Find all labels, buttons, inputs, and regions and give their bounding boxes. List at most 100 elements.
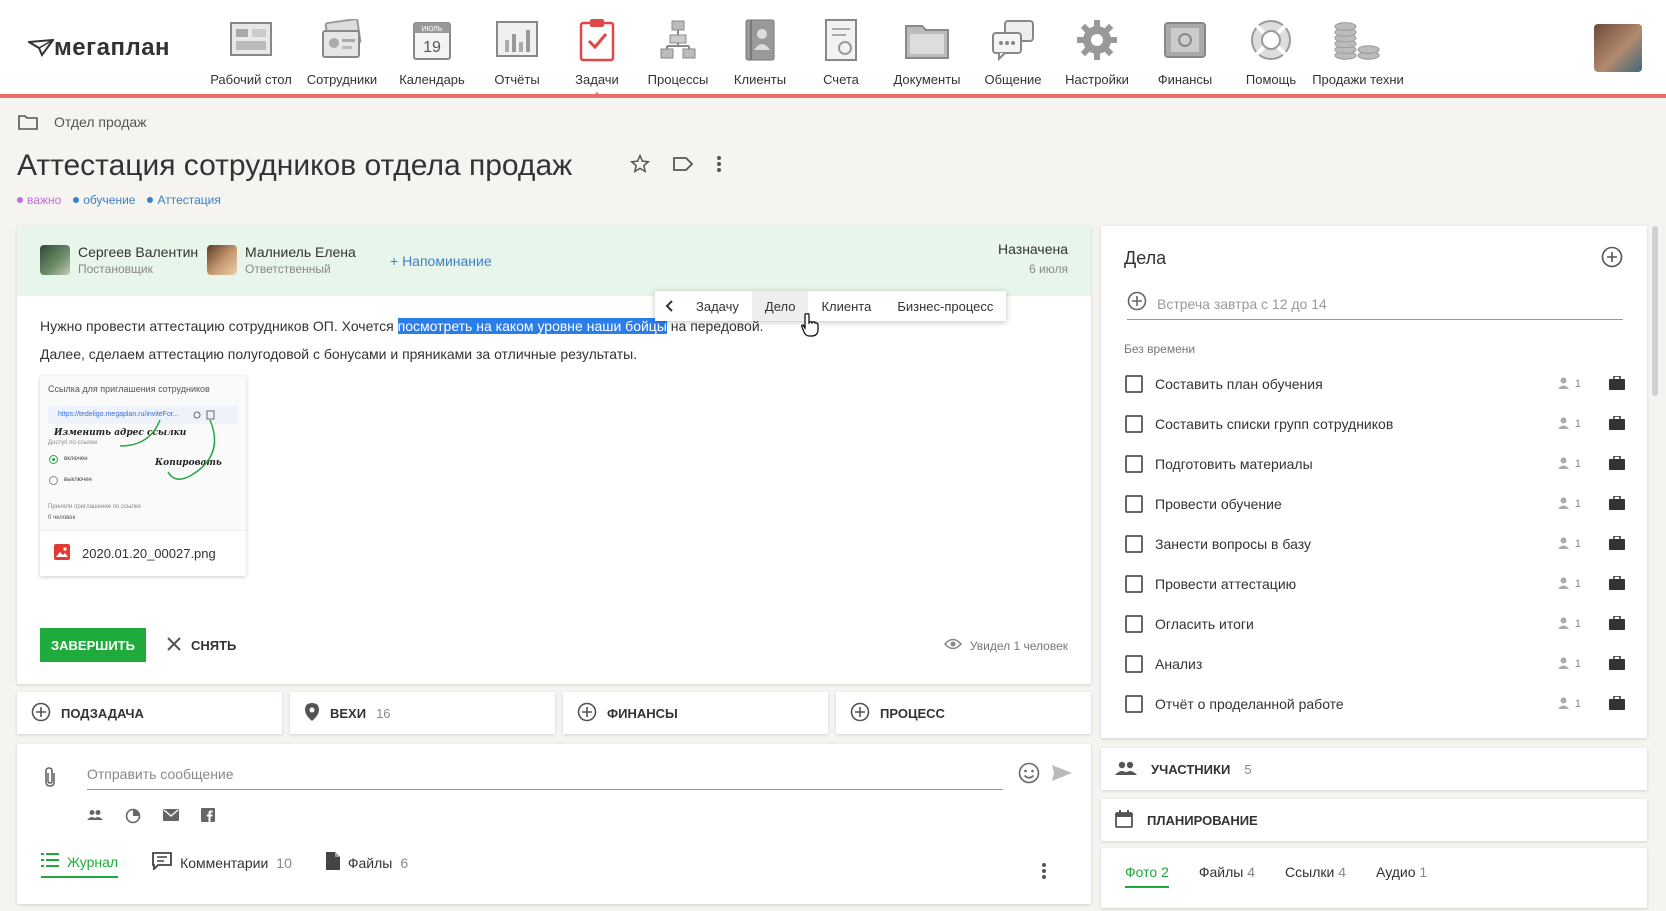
tab-media-files[interactable]: Файлы 4	[1199, 864, 1255, 888]
tab-audio[interactable]: Аудио 1	[1376, 864, 1427, 888]
deal-checkbox[interactable]	[1125, 415, 1143, 433]
deal-checkbox[interactable]	[1125, 695, 1143, 713]
nav-documents[interactable]: Документы	[881, 0, 973, 94]
briefcase-icon[interactable]	[1609, 454, 1625, 473]
deal-checkbox[interactable]	[1125, 575, 1143, 593]
briefcase-icon[interactable]	[1609, 574, 1625, 593]
documents-icon	[901, 14, 953, 66]
star-icon[interactable]	[629, 153, 651, 179]
popup-item-deal[interactable]: Дело	[751, 291, 809, 321]
tag-training[interactable]: обучение	[73, 193, 135, 207]
tab-links[interactable]: Ссылки 4	[1285, 864, 1346, 888]
chevron-left-icon[interactable]	[655, 291, 683, 321]
nav-calendar[interactable]: ИЮЛЬ 19 Календарь	[387, 0, 477, 94]
owner-person[interactable]: Сергеев Валентин Постановщик	[40, 244, 198, 276]
attachment-thumbnail[interactable]: Ссылка для приглашения сотрудников https…	[40, 376, 246, 531]
list-item[interactable]: Провести обучение 1	[1125, 484, 1625, 524]
deal-checkbox[interactable]	[1125, 535, 1143, 553]
briefcase-icon[interactable]	[1609, 694, 1625, 713]
more-vertical-icon[interactable]	[716, 155, 722, 178]
people-icon[interactable]	[87, 808, 103, 829]
responsible-person[interactable]: Малниель Елена Ответственный	[207, 244, 356, 276]
emoji-icon[interactable]	[1018, 762, 1040, 789]
nav-settings[interactable]: Настройки	[1053, 0, 1141, 94]
deal-label: Провести аттестацию	[1155, 576, 1297, 592]
finish-button[interactable]: ЗАВЕРШИТЬ	[40, 628, 146, 662]
list-item[interactable]: Провести аттестацию 1	[1125, 564, 1625, 604]
tab-files[interactable]: Файлы 6	[325, 852, 408, 879]
seen-indicator[interactable]: Увидел 1 человек	[943, 638, 1068, 653]
tag-label: важно	[27, 193, 62, 207]
timer-icon[interactable]	[125, 808, 141, 829]
megaplan-logo[interactable]: мегаплан	[28, 34, 170, 62]
briefcase-icon[interactable]	[1609, 614, 1625, 633]
briefcase-icon[interactable]	[1609, 654, 1625, 673]
plus-circle-icon[interactable]	[1127, 291, 1147, 316]
list-item[interactable]: Огласить итоги 1	[1125, 604, 1625, 644]
tab-journal[interactable]: Журнал	[41, 853, 119, 878]
tag-icon[interactable]	[672, 155, 694, 178]
message-input[interactable]	[87, 758, 1003, 790]
subtask-button[interactable]: ПОДЗАДАЧА	[17, 692, 282, 734]
add-reminder-link[interactable]: + Напоминание	[390, 253, 492, 269]
planning-section[interactable]: ПЛАНИРОВАНИЕ	[1101, 799, 1647, 841]
deal-checkbox[interactable]	[1125, 615, 1143, 633]
briefcase-icon[interactable]	[1609, 414, 1625, 433]
nav-invoices[interactable]: Счета	[801, 0, 881, 94]
nav-finance[interactable]: Финансы	[1141, 0, 1229, 94]
list-item[interactable]: Занести вопросы в базу 1	[1125, 524, 1625, 564]
briefcase-icon[interactable]	[1609, 374, 1625, 393]
participants-section[interactable]: УЧАСТНИКИ 5	[1101, 748, 1647, 790]
remove-button[interactable]: СНЯТЬ	[167, 628, 236, 662]
milestones-button[interactable]: ВЕХИ 16	[290, 692, 555, 734]
email-icon[interactable]	[163, 808, 179, 829]
sales-icon	[1332, 14, 1384, 66]
tab-photo[interactable]: Фото 2	[1125, 864, 1169, 888]
nav-sales[interactable]: Продажи техни	[1312, 0, 1404, 94]
tag-attestation[interactable]: Аттестация	[147, 193, 221, 207]
list-item[interactable]: Анализ 1	[1125, 644, 1625, 684]
user-avatar[interactable]	[1594, 24, 1642, 72]
popup-item-business-process[interactable]: Бизнес-процесс	[884, 291, 1006, 321]
milestones-label: ВЕХИ	[330, 705, 367, 721]
tag-important[interactable]: важно	[17, 193, 61, 207]
list-item[interactable]: Составить списки групп сотрудников 1	[1125, 404, 1625, 444]
add-deal-icon[interactable]	[1601, 246, 1623, 273]
list-item[interactable]: Составить план обучения 1	[1125, 364, 1625, 404]
media-tabs: Фото 2 Файлы 4 Ссылки 4 Аудио 1	[1101, 848, 1647, 908]
paperclip-icon[interactable]	[43, 766, 57, 793]
nav-processes[interactable]: Процессы	[637, 0, 719, 94]
new-deal-input[interactable]	[1157, 295, 1597, 312]
facebook-icon[interactable]	[201, 808, 215, 829]
breadcrumb-folder[interactable]: Отдел продаж	[54, 114, 147, 130]
popup-item-task[interactable]: Задачу	[683, 291, 752, 321]
process-button[interactable]: ПРОЦЕСС	[836, 692, 1091, 734]
nav-clients[interactable]: Клиенты	[719, 0, 801, 94]
nav-label: Отчёты	[494, 72, 540, 87]
invoices-icon	[815, 14, 867, 66]
attachment-card[interactable]: Ссылка для приглашения сотрудников https…	[40, 376, 246, 576]
task-status[interactable]: Назначена 6 июля	[998, 241, 1068, 276]
nav-chat[interactable]: Общение	[973, 0, 1053, 94]
nav-tasks[interactable]: Задачи	[557, 0, 637, 98]
finance-button[interactable]: ФИНАНСЫ	[563, 692, 828, 734]
page-scrollbar[interactable]	[1652, 226, 1658, 396]
nav-reports[interactable]: Отчёты	[477, 0, 557, 94]
tag-dot	[17, 197, 23, 203]
send-icon[interactable]	[1051, 764, 1073, 787]
briefcase-icon[interactable]	[1609, 494, 1625, 513]
deal-checkbox[interactable]	[1125, 655, 1143, 673]
list-item[interactable]: Подготовить материалы 1	[1125, 444, 1625, 484]
deal-checkbox[interactable]	[1125, 495, 1143, 513]
deal-checkbox[interactable]	[1125, 375, 1143, 393]
list-item[interactable]: Отчёт о проделанной работе 1	[1125, 684, 1625, 724]
popup-item-client[interactable]: Клиента	[808, 291, 884, 321]
deal-checkbox[interactable]	[1125, 455, 1143, 473]
deal-label: Огласить итоги	[1155, 616, 1254, 632]
nav-help[interactable]: Помощь	[1229, 0, 1313, 94]
more-vertical-icon[interactable]	[1041, 862, 1047, 885]
briefcase-icon[interactable]	[1609, 534, 1625, 553]
nav-employees[interactable]: Сотрудники	[297, 0, 387, 94]
tab-comments[interactable]: Комментарии 10	[152, 852, 292, 879]
nav-desktop[interactable]: Рабочий стол	[205, 0, 297, 94]
